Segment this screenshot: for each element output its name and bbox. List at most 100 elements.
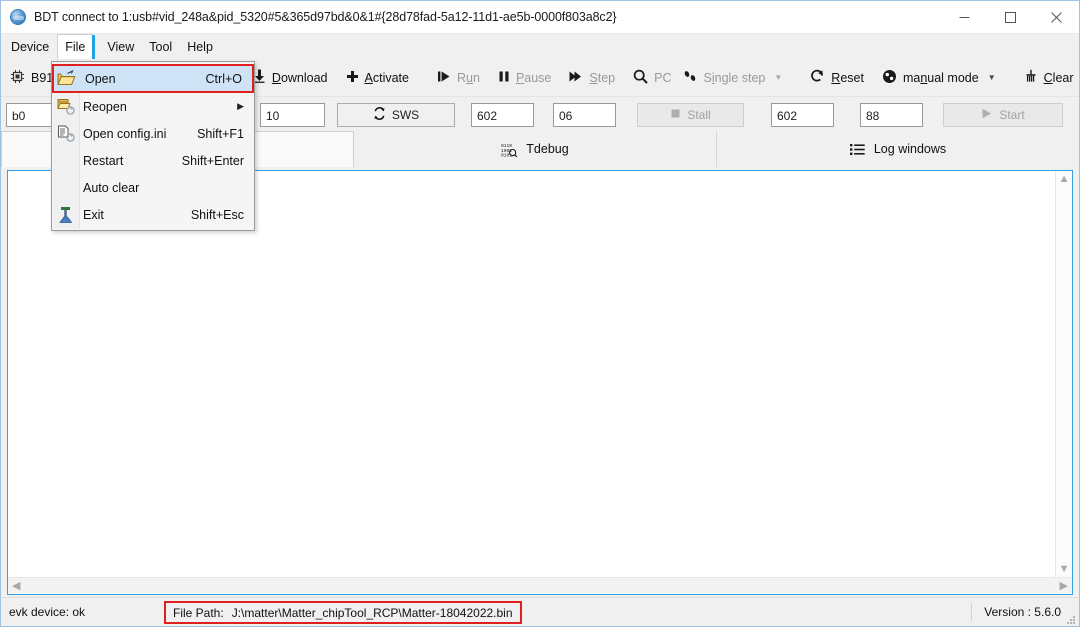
menu-accel-open: Ctrl+O: [205, 71, 242, 86]
tab-label-tdebug: Tdebug: [526, 142, 569, 156]
horizontal-scrollbar[interactable]: ◀ ▶: [8, 577, 1072, 594]
value1-field[interactable]: 602: [471, 102, 534, 127]
pause-icon: [498, 70, 510, 86]
resize-grip[interactable]: [1064, 612, 1076, 624]
status-bar: evk device: ok File Path: J:\matter\Matt…: [1, 597, 1079, 626]
vertical-scrollbar[interactable]: ▲ ▼: [1055, 171, 1072, 578]
log-list-icon: [849, 143, 865, 156]
menu-item-view[interactable]: View: [100, 37, 141, 57]
sws-label: SWS: [391, 107, 420, 122]
chevron-down-icon[interactable]: ▼: [988, 73, 996, 82]
menu-label-auto-clear: Auto clear: [83, 180, 140, 195]
chip-icon: [10, 69, 25, 87]
toolbar-button-step[interactable]: Step: [560, 66, 624, 90]
stop-icon: [670, 108, 681, 122]
address-field[interactable]: 10: [260, 102, 325, 127]
menu-item-exit[interactable]: Exit Shift+Esc: [52, 201, 254, 228]
title-bar: BDT connect to 1:usb#vid_248a&pid_5320#5…: [1, 1, 1079, 34]
toolbar-button-activate[interactable]: Activate: [337, 66, 418, 90]
menu-label-open: Open: [85, 71, 116, 86]
chip-label: B91: [31, 70, 54, 85]
toolbar-label-step: Step: [589, 70, 616, 85]
step-icon: [569, 70, 583, 86]
toolbar-button-manual-mode[interactable]: manual mode ▼: [873, 65, 1005, 91]
start-button[interactable]: Start: [943, 102, 1063, 127]
toolbar-button-clear[interactable]: Clear: [1015, 65, 1080, 90]
menu-item-auto-clear[interactable]: Auto clear: [52, 174, 254, 201]
run-icon: [437, 70, 451, 86]
log-content-area[interactable]: ▲ ▼ ◀ ▶: [7, 170, 1073, 595]
menu-label-exit: Exit: [83, 207, 104, 222]
submenu-arrow-icon: ▶: [237, 101, 244, 111]
menu-item-device[interactable]: Device: [4, 37, 56, 57]
toolbar-label-pc: PC: [654, 70, 672, 85]
value3-field[interactable]: 602: [771, 102, 834, 127]
start-label: Start: [999, 107, 1025, 122]
chevron-down-icon[interactable]: ▼: [1055, 561, 1074, 578]
open-folder-icon: [57, 69, 76, 88]
toolbar-label-pause: Pause: [515, 70, 552, 85]
menu-accel-exit: Shift+Esc: [190, 207, 244, 222]
activate-icon: [346, 70, 359, 86]
toolbar-label-download: Download: [271, 70, 328, 85]
chevron-down-icon[interactable]: ▼: [774, 73, 782, 82]
menu-accel-restart: Shift+Enter: [181, 153, 244, 168]
minimize-button[interactable]: [941, 1, 987, 33]
binary-debug-icon: 0110 1001 0101: [501, 142, 518, 158]
toolbar-button-reset[interactable]: Reset: [801, 65, 873, 90]
toolbar-button-pc[interactable]: PC: [624, 65, 673, 91]
toolbar-label-clear: Clear: [1043, 70, 1074, 85]
menu-label-open-config: Open config.ini: [83, 126, 167, 141]
chevron-right-icon[interactable]: ▶: [1056, 578, 1072, 595]
tab-label-log-windows: Log windows: [873, 142, 947, 156]
menu-label-restart: Restart: [83, 153, 124, 168]
log-text: [12, 174, 1050, 572]
toolbar-button-run[interactable]: Run: [428, 66, 489, 90]
menu-item-help[interactable]: Help: [180, 37, 220, 57]
bdt-globe-icon: [10, 9, 26, 25]
mode-icon: [882, 69, 897, 87]
toolbar-label-manual-mode: manual mode: [902, 70, 979, 85]
file-path-label: File Path:: [173, 605, 224, 620]
close-button[interactable]: [1033, 1, 1079, 33]
menu-item-tool[interactable]: Tool: [142, 37, 179, 57]
config-file-icon: [57, 125, 76, 143]
menu-item-restart[interactable]: Restart Shift+Enter: [52, 147, 254, 174]
toolbar-button-download[interactable]: Download: [244, 65, 337, 90]
window-controls: [941, 1, 1079, 33]
bdt-application-window: BDT connect to 1:usb#vid_248a&pid_5320#5…: [0, 0, 1080, 627]
play-icon: [981, 108, 993, 122]
value4-field[interactable]: 88: [860, 102, 923, 127]
reset-icon: [810, 69, 825, 86]
chevron-up-icon[interactable]: ▲: [1055, 171, 1074, 188]
search-icon: [633, 69, 648, 87]
menu-item-reopen[interactable]: Reopen ▶: [52, 93, 254, 120]
sws-button[interactable]: SWS: [337, 102, 455, 127]
window-title: BDT connect to 1:usb#vid_248a&pid_5320#5…: [34, 10, 617, 24]
file-path-value: J:\matter\Matter_chipTool_RCP\Matter-180…: [231, 605, 513, 620]
clear-icon: [1024, 69, 1038, 86]
tab-tdebug[interactable]: 0110 1001 0101 Tdebug: [354, 131, 717, 167]
toolbar-button-pause[interactable]: Pause: [489, 66, 560, 90]
file-path-indicator: File Path: J:\matter\Matter_chipTool_RCP…: [164, 601, 522, 624]
menu-label-reopen: Reopen: [83, 99, 127, 114]
tab-log-windows[interactable]: Log windows: [717, 131, 1079, 167]
menu-item-open-config[interactable]: Open config.ini Shift+F1: [52, 120, 254, 147]
toolbar-label-activate: Activate: [364, 70, 409, 85]
toolbar-label-run: Run: [457, 70, 480, 85]
toolbar-label-single-step: Single step: [703, 70, 766, 85]
menu-item-file[interactable]: File: [57, 34, 96, 60]
maximize-button[interactable]: [987, 1, 1033, 33]
menu-bar: Device File View Tool Help: [1, 34, 1079, 60]
value2-field[interactable]: 06: [553, 102, 616, 127]
stall-label: Stall: [687, 107, 711, 122]
menu-item-open[interactable]: Open Ctrl+O: [52, 64, 254, 93]
device-status: evk device: ok: [9, 605, 86, 619]
version-label: Version : 5.6.0: [971, 603, 1061, 621]
exit-icon: [57, 206, 76, 224]
chevron-left-icon[interactable]: ◀: [8, 578, 24, 595]
footsteps-icon: [683, 70, 698, 86]
stall-button[interactable]: Stall: [637, 102, 744, 127]
reopen-icon: [57, 98, 76, 116]
toolbar-button-single-step[interactable]: Single step ▼: [674, 66, 792, 90]
